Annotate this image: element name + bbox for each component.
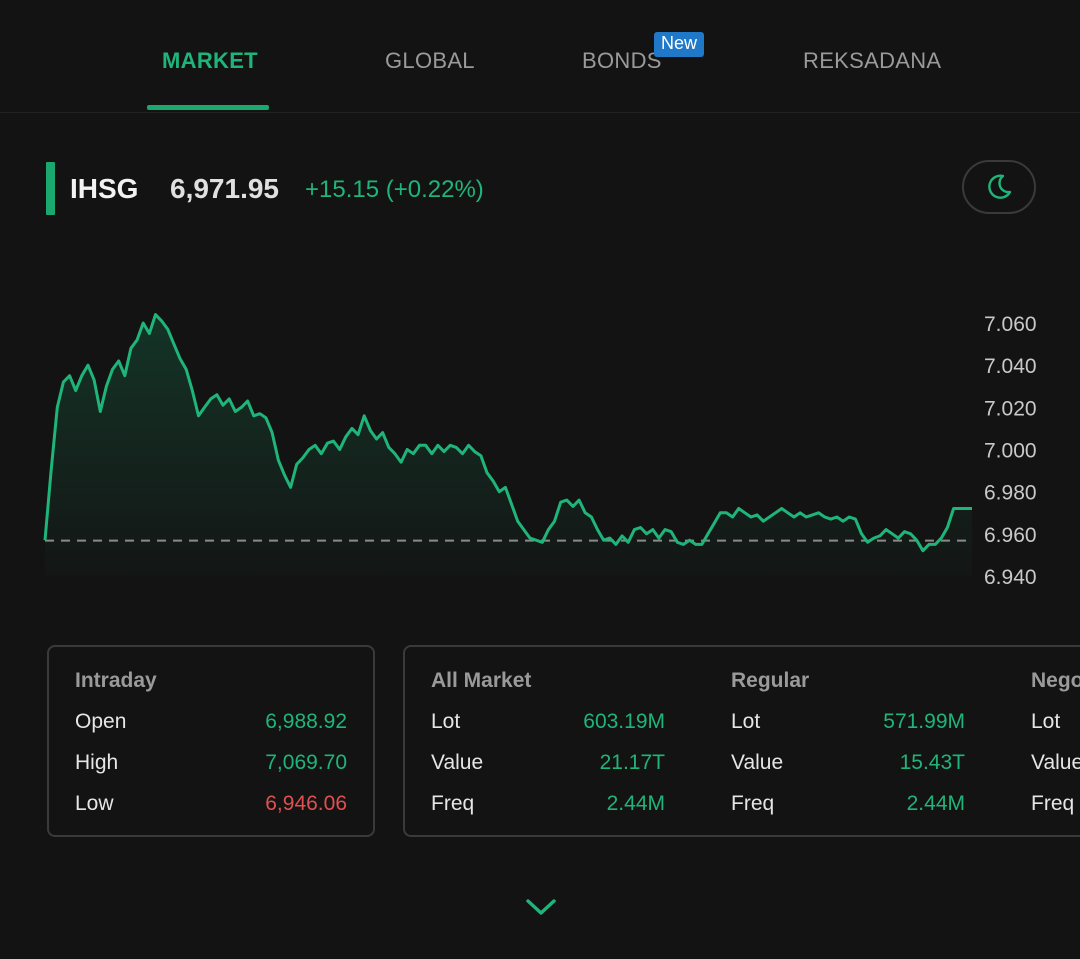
moon-icon	[988, 174, 1012, 199]
index-price: 6,971.95	[170, 173, 279, 204]
all-market-title: All Market	[431, 669, 532, 692]
all-market-lot-label: Lot	[431, 710, 461, 733]
theme-toggle-button[interactable]	[962, 160, 1036, 214]
regular-lot-label: Lot	[731, 710, 761, 733]
tab-reksadana[interactable]: REKSADANA	[803, 48, 941, 74]
intraday-open-label: Open	[75, 710, 127, 733]
chevron-down-icon[interactable]	[524, 896, 558, 918]
top-tab-bar: MARKET GLOBAL BONDS New REKSADANA	[0, 0, 1080, 113]
regular-value-label: Value	[731, 751, 784, 774]
y-tick-label: 6.940	[984, 566, 1037, 589]
tab-global[interactable]: GLOBAL	[385, 48, 475, 74]
all-market-lot-value: 603.19M	[583, 710, 665, 733]
regular-title: Regular	[731, 669, 810, 692]
intraday-low-value: 6,946.06	[265, 792, 347, 815]
nego-freq-label: Freq	[1031, 792, 1075, 815]
market-stats-card[interactable]: All Market Lot 603.19M Value 21.17T Freq…	[403, 645, 1080, 837]
chart-area-fill	[45, 314, 972, 576]
intraday-open-value: 6,988.92	[265, 710, 347, 733]
all-market-value-value: 21.17T	[599, 751, 665, 774]
intraday-high-label: High	[75, 751, 119, 774]
all-market-freq-label: Freq	[431, 792, 475, 815]
active-tab-indicator	[147, 105, 269, 110]
intraday-low-label: Low	[75, 792, 114, 815]
nego-lot-label: Lot	[1031, 710, 1061, 733]
nego-value-label: Value	[1031, 751, 1080, 774]
index-accent-bar	[46, 162, 55, 215]
y-tick-label: 6.980	[984, 482, 1037, 505]
regular-lot-value: 571.99M	[883, 710, 965, 733]
new-badge: New	[654, 32, 705, 57]
index-change: +15.15 (+0.22%)	[305, 176, 484, 203]
y-tick-label: 7.020	[984, 397, 1037, 420]
y-tick-label: 7.040	[984, 355, 1037, 378]
all-market-value-label: Value	[431, 751, 484, 774]
y-tick-label: 7.060	[984, 313, 1037, 336]
intraday-title: Intraday	[75, 669, 157, 692]
index-name: IHSG	[70, 173, 139, 204]
tab-bonds[interactable]: BONDS	[582, 48, 662, 74]
intraday-card: Intraday Open 6,988.92 High 7,069.70 Low…	[47, 645, 375, 837]
nego-title: Nego	[1031, 669, 1080, 692]
regular-freq-value: 2.44M	[906, 792, 965, 815]
intraday-chart: 7.060 7.040 7.020 7.000 6.980 6.960 6.940	[43, 313, 1037, 589]
y-tick-label: 6.960	[984, 524, 1037, 547]
regular-value-value: 15.43T	[899, 751, 965, 774]
regular-freq-label: Freq	[731, 792, 775, 815]
intraday-high-value: 7,069.70	[265, 751, 347, 774]
tab-market[interactable]: MARKET	[162, 48, 258, 74]
all-market-freq-value: 2.44M	[606, 792, 665, 815]
y-tick-label: 7.000	[984, 440, 1037, 463]
